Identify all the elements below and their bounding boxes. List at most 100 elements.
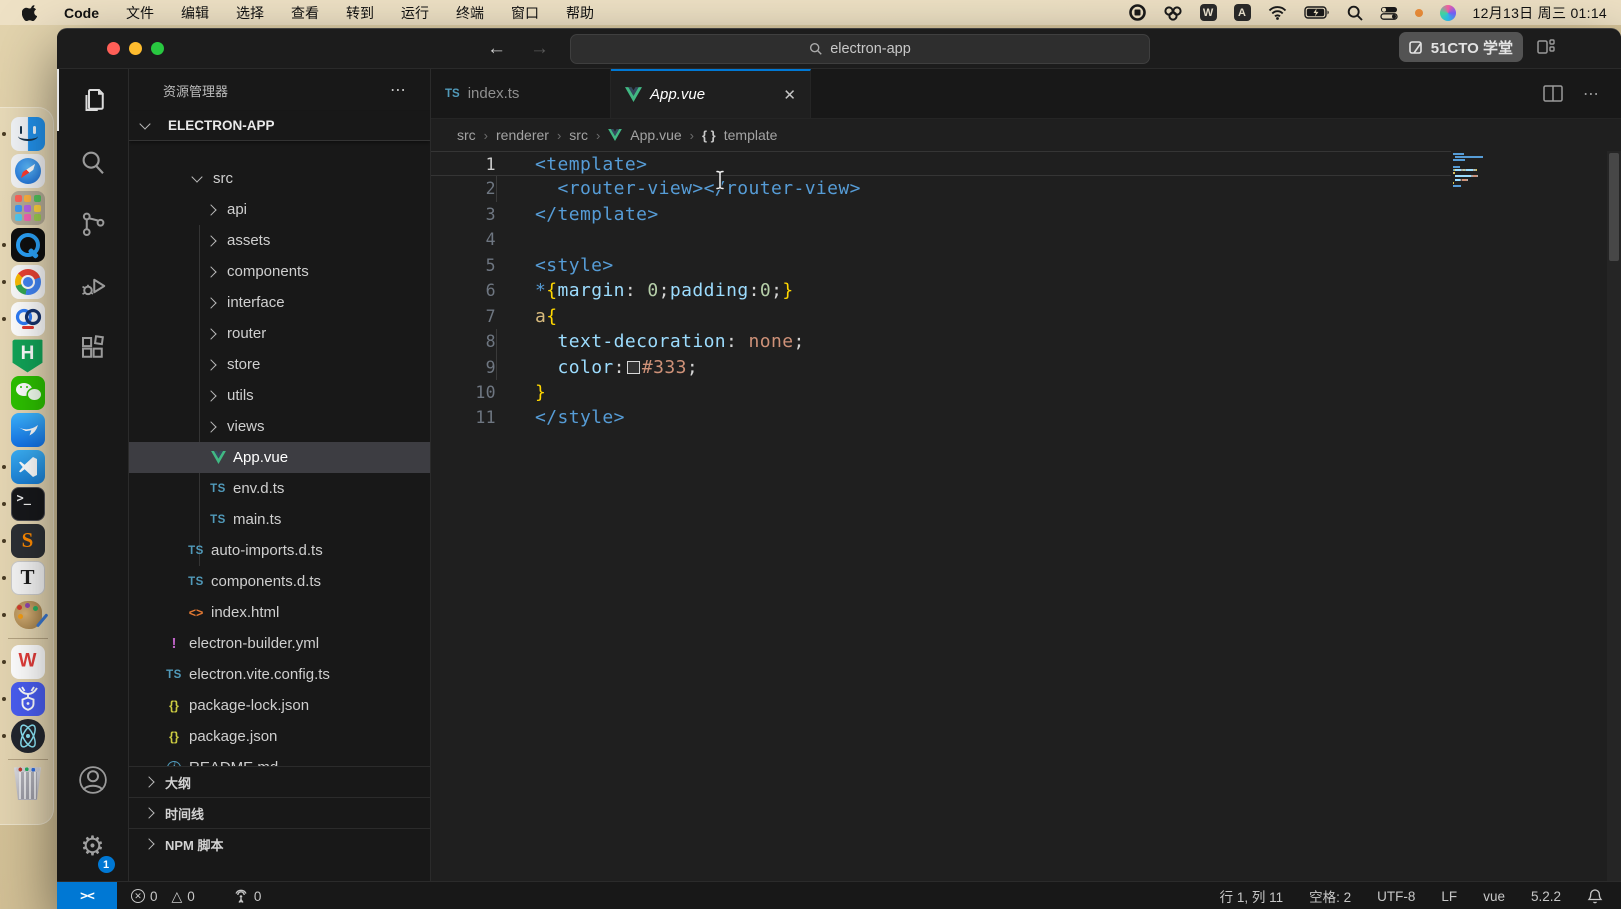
input-method-icon[interactable]: A (1234, 5, 1251, 21)
activity-search[interactable] (57, 131, 129, 193)
split-editor-icon[interactable] (1543, 85, 1563, 102)
dock-dingtalk[interactable] (9, 412, 47, 448)
workspace-root-row[interactable]: ELECTRON-APP (129, 111, 430, 141)
command-center-search[interactable]: electron-app (570, 34, 1150, 64)
tab-index-ts[interactable]: TS index.ts (431, 69, 611, 118)
code-editor[interactable]: 1<template>2 <router-view></router-view>… (431, 151, 1621, 881)
tree-item-src[interactable]: src (129, 163, 430, 194)
menu-datetime[interactable]: 12月13日 周三 01:14 (1473, 3, 1607, 23)
dock-baidu-netdisk[interactable] (9, 301, 47, 337)
tree-item-interface[interactable]: interface (129, 287, 430, 318)
tree-item-assets[interactable]: assets (129, 225, 430, 256)
control-center-icon[interactable] (1380, 5, 1398, 21)
settings-gear-icon[interactable]: ⚙ 1 (57, 811, 129, 881)
dock-terminal[interactable]: >_ (9, 486, 47, 522)
code-line-11[interactable]: 11</style> (431, 405, 1451, 430)
remote-indicator[interactable]: >< (57, 882, 117, 909)
code-line-1[interactable]: 1<template> (431, 151, 1451, 176)
code-line-10[interactable]: 10} (431, 380, 1451, 405)
menu-item-2[interactable]: 选择 (236, 3, 264, 23)
sidebar-section-2[interactable]: NPM 脚本 (129, 828, 430, 859)
apple-icon[interactable] (22, 5, 37, 21)
scrollbar-thumb[interactable] (1609, 153, 1619, 261)
dock-electron-atom[interactable] (9, 718, 47, 754)
encoding[interactable]: UTF-8 (1377, 889, 1415, 904)
dock-wechat[interactable] (9, 375, 47, 411)
breadcrumb-src2[interactable]: src (569, 127, 588, 143)
activity-extensions[interactable] (57, 317, 129, 379)
tree-item-main-ts[interactable]: TSmain.ts (129, 504, 430, 535)
code-line-4[interactable]: 4 (431, 227, 1451, 252)
customize-layout-icon[interactable] (1537, 38, 1559, 61)
activity-source-control[interactable] (57, 193, 129, 255)
dock-hbuilderx[interactable]: H (9, 338, 47, 374)
menu-item-0[interactable]: 文件 (126, 3, 154, 23)
tree-item-package-lock-json[interactable]: {}package-lock.json (129, 690, 430, 721)
tree-item-electron-builder-yml[interactable]: !electron-builder.yml (129, 628, 430, 659)
code-line-2[interactable]: 2 <router-view></router-view> (431, 176, 1451, 201)
ports-status[interactable]: 0 (233, 889, 262, 904)
tree-item-App-vue[interactable]: App.vue (129, 442, 430, 473)
tree-item-store[interactable]: store (129, 349, 430, 380)
tree-item-index-html[interactable]: <>index.html (129, 597, 430, 628)
wifi-icon[interactable] (1268, 5, 1287, 21)
menu-item-4[interactable]: 转到 (346, 3, 374, 23)
dock-launchpad[interactable] (9, 190, 47, 226)
indentation[interactable]: 空格: 2 (1309, 886, 1351, 906)
activity-explorer[interactable] (57, 69, 129, 131)
code-line-6[interactable]: 6*{margin: 0;padding:0;} (431, 278, 1451, 303)
language-mode[interactable]: vue (1483, 889, 1505, 904)
dock-trash[interactable] (9, 765, 47, 801)
nav-back-button[interactable]: ← (487, 38, 506, 60)
editor-more-actions[interactable]: ⋯ (1583, 84, 1601, 104)
dock-typora[interactable]: T (9, 560, 47, 596)
wps-icon[interactable]: W (1200, 5, 1217, 21)
dock-safari[interactable] (9, 153, 47, 189)
breadcrumb-file[interactable]: App.vue (630, 127, 681, 143)
zoom-window-button[interactable] (151, 42, 164, 55)
tree-item-api[interactable]: api (129, 194, 430, 225)
menu-item-5[interactable]: 运行 (401, 3, 429, 23)
recording-dot-icon[interactable] (1415, 5, 1423, 21)
dock-sublime-text[interactable]: S (9, 523, 47, 559)
minimap[interactable] (1453, 153, 1545, 188)
activity-run-debug[interactable] (57, 255, 129, 317)
dock-finder[interactable] (9, 116, 47, 152)
sidebar-section-0[interactable]: 大纲 (129, 766, 430, 797)
code-line-8[interactable]: 8 text-decoration: none; (431, 329, 1451, 354)
problems-status[interactable]: ✕ 0 △ 0 (131, 888, 195, 905)
siri-icon[interactable] (1440, 5, 1456, 21)
close-window-button[interactable] (107, 42, 120, 55)
eol-type[interactable]: LF (1441, 889, 1457, 904)
code-line-3[interactable]: 3</template> (431, 202, 1451, 227)
menu-item-3[interactable]: 查看 (291, 3, 319, 23)
dock-deer-app[interactable] (9, 681, 47, 717)
search-icon[interactable] (1347, 5, 1363, 21)
tree-item-env-d-ts[interactable]: TSenv.d.ts (129, 473, 430, 504)
menu-item-8[interactable]: 帮助 (566, 3, 594, 23)
tree-item-electron-vite-config-ts[interactable]: TSelectron.vite.config.ts (129, 659, 430, 690)
breadcrumb-renderer[interactable]: renderer (496, 127, 549, 143)
code-line-7[interactable]: 7a{ (431, 304, 1451, 329)
account-icon[interactable] (57, 749, 129, 811)
tree-item-utils[interactable]: utils (129, 380, 430, 411)
tree-item-views[interactable]: views (129, 411, 430, 442)
breadcrumb-src[interactable]: src (457, 127, 476, 143)
menu-item-7[interactable]: 窗口 (511, 3, 539, 23)
minimize-window-button[interactable] (129, 42, 142, 55)
cursor-position[interactable]: 行 1, 列 11 (1220, 886, 1284, 906)
tree-item-components-d-ts[interactable]: TScomponents.d.ts (129, 566, 430, 597)
record-icon[interactable] (1129, 5, 1146, 21)
close-tab-icon[interactable]: ✕ (783, 86, 796, 104)
tree-item-router[interactable]: router (129, 318, 430, 349)
menu-item-1[interactable]: 编辑 (181, 3, 209, 23)
dock-vscode[interactable] (9, 449, 47, 485)
menu-item-6[interactable]: 终端 (456, 3, 484, 23)
dock-quicktime[interactable] (9, 227, 47, 263)
code-line-5[interactable]: 5<style> (431, 253, 1451, 278)
breadcrumb-symbol[interactable]: template (724, 127, 778, 143)
dock-wps-office[interactable]: W (9, 644, 47, 680)
sidebar-section-1[interactable]: 时间线 (129, 797, 430, 828)
nav-forward-button[interactable]: → (530, 38, 549, 60)
dock-chrome[interactable] (9, 264, 47, 300)
